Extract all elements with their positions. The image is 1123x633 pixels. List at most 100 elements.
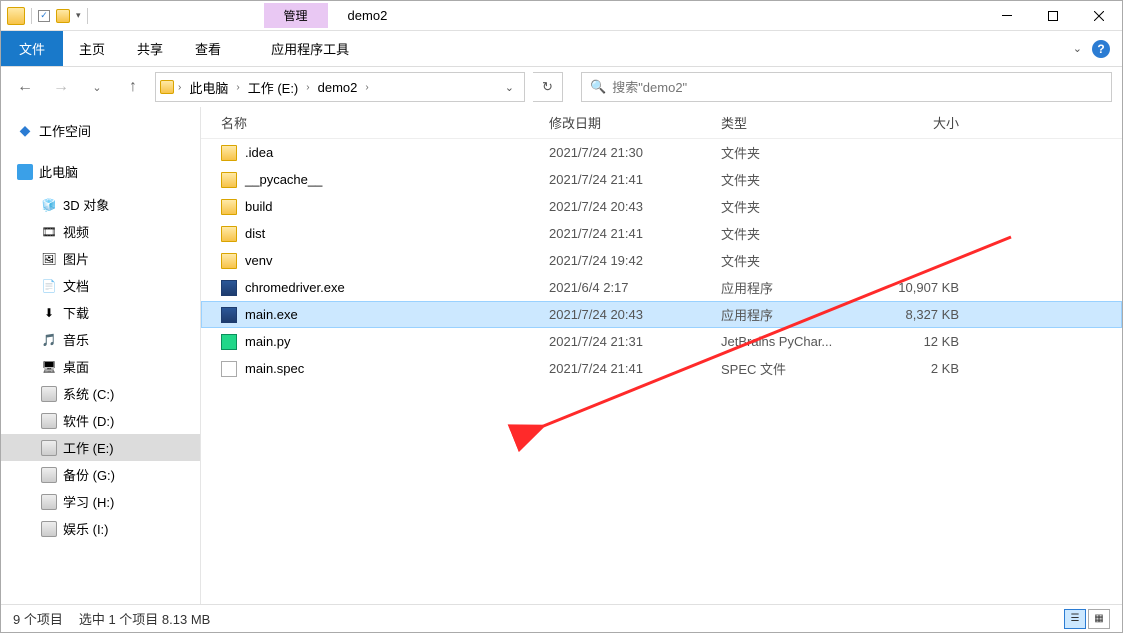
file-row[interactable]: main.py2021/7/24 21:31JetBrains PyChar..… — [201, 328, 1122, 355]
file-size: 8,327 KB — [879, 307, 979, 322]
sidebar-item[interactable]: 软件 (D:) — [1, 407, 200, 434]
music-icon: 🎵 — [41, 332, 57, 348]
folder-icon — [221, 253, 237, 269]
chevron-right-icon[interactable]: › — [236, 82, 239, 93]
folder-icon — [221, 145, 237, 161]
search-input[interactable] — [612, 80, 1103, 95]
sidebar-item[interactable]: 工作 (E:) — [1, 434, 200, 461]
folder-icon — [221, 199, 237, 215]
file-rows[interactable]: .idea2021/7/24 21:30文件夹 __pycache__ 2021/7… — [201, 139, 1122, 607]
chevron-right-icon[interactable]: › — [178, 82, 181, 93]
file-row[interactable]: __pycache__2021/7/24 21:41文件夹 — [201, 166, 1122, 193]
chevron-right-icon[interactable]: › — [306, 82, 309, 93]
file-date: 2021/7/24 20:43 — [549, 199, 721, 214]
sidebar-item-label: 视频 — [63, 222, 89, 241]
folder-icon[interactable] — [56, 9, 70, 23]
file-name: dist — [245, 226, 265, 241]
file-type: JetBrains PyChar... — [721, 334, 879, 349]
navigation-pane[interactable]: ◆ 工作空间 此电脑 🧊 3D 对象 🎞视频🖼图片📄文档⬇下载 🎵 音乐 🖥桌面系统 (C… — [1, 107, 201, 607]
sidebar-item[interactable]: 🎵 音乐 — [1, 326, 200, 353]
sidebar-item-label: 图片 — [63, 249, 89, 268]
crumb-drive[interactable]: 工作 (E:) — [244, 76, 303, 99]
help-icon[interactable]: ? — [1092, 40, 1110, 58]
file-name: __pycache__ — [245, 172, 322, 187]
separator — [87, 8, 88, 24]
col-name[interactable]: 名称 — [221, 113, 549, 132]
file-date: 2021/7/24 19:42 — [549, 253, 721, 268]
ribbon-file-tab[interactable]: 文件 — [1, 31, 63, 66]
file-type: 应用程序 — [721, 305, 879, 324]
address-dropdown-icon[interactable]: ⌄ — [499, 81, 520, 94]
search-icon: 🔍 — [590, 79, 606, 95]
address-bar[interactable]: › 此电脑 › 工作 (E:) › demo2 › ⌄ — [155, 72, 525, 102]
drive-icon — [41, 494, 57, 510]
file-row[interactable]: main.spec2021/7/24 21:41SPEC 文件2 KB — [201, 355, 1122, 382]
file-date: 2021/7/24 21:31 — [549, 334, 721, 349]
sidebar-item[interactable]: 系统 (C:) — [1, 380, 200, 407]
sidebar-item[interactable]: 📄文档 — [1, 272, 200, 299]
minimize-button[interactable] — [984, 1, 1030, 31]
file-size: 2 KB — [879, 361, 979, 376]
sidebar-item-label: 学习 (H:) — [63, 492, 114, 511]
sidebar-item-label: 工作 (E:) — [63, 438, 114, 457]
status-selection: 选中 1 个项目 8.13 MB — [79, 609, 210, 628]
file-row[interactable]: build2021/7/24 20:43文件夹 — [201, 193, 1122, 220]
file-type: 文件夹 — [721, 251, 879, 270]
dropdown-icon[interactable]: ▾ — [76, 10, 81, 21]
maximize-button[interactable] — [1030, 1, 1076, 31]
sidebar-item[interactable]: 学习 (H:) — [1, 488, 200, 515]
file-size: 10,907 KB — [879, 280, 979, 295]
sidebar-workspace[interactable]: ◆ 工作空间 — [1, 117, 200, 144]
file-date: 2021/7/24 21:30 — [549, 145, 721, 160]
refresh-button[interactable]: ↻ — [533, 72, 563, 102]
col-date[interactable]: 修改日期 — [549, 113, 721, 132]
sidebar-item-label: 备份 (G:) — [63, 465, 115, 484]
col-size[interactable]: 大小 — [879, 113, 979, 132]
close-button[interactable] — [1076, 1, 1122, 31]
sidebar-item-label: 3D 对象 — [63, 195, 109, 214]
file-type: SPEC 文件 — [721, 359, 879, 378]
file-row[interactable]: dist2021/7/24 21:41文件夹 — [201, 220, 1122, 247]
sidebar-item-label: 音乐 — [63, 330, 89, 349]
drive-icon — [41, 386, 57, 402]
sidebar-item[interactable]: 🧊 3D 对象 — [1, 191, 200, 218]
crumb-folder[interactable]: demo2 — [314, 78, 362, 97]
file-row[interactable]: venv2021/7/24 19:42文件夹 — [201, 247, 1122, 274]
sidebar-item[interactable]: 🖼图片 — [1, 245, 200, 272]
up-button[interactable]: ↑ — [119, 73, 147, 101]
ribbon-tab-home[interactable]: 主页 — [63, 31, 121, 66]
crumb-this-pc[interactable]: 此电脑 — [185, 76, 232, 99]
sidebar-item[interactable]: 娱乐 (I:) — [1, 515, 200, 542]
file-date: 2021/7/24 21:41 — [549, 361, 721, 376]
file-row[interactable]: chromedriver.exe2021/6/4 2:17应用程序10,907 … — [201, 274, 1122, 301]
file-type: 文件夹 — [721, 143, 879, 162]
view-icons-button[interactable]: ▦ — [1088, 609, 1110, 629]
context-tab-header: 管理 — [264, 3, 328, 28]
search-box[interactable]: 🔍 — [581, 72, 1112, 102]
sidebar-item[interactable]: 备份 (G:) — [1, 461, 200, 488]
sidebar-item-label: 娱乐 (I:) — [63, 519, 109, 538]
file-type: 应用程序 — [721, 278, 879, 297]
ribbon-tab-view[interactable]: 查看 — [179, 31, 237, 66]
file-name: build — [245, 199, 272, 214]
sidebar-item[interactable]: 🎞视频 — [1, 218, 200, 245]
forward-button[interactable]: → — [47, 73, 75, 101]
sidebar-item[interactable]: 🖥桌面 — [1, 353, 200, 380]
chevron-down-icon[interactable]: ⌄ — [1073, 42, 1082, 55]
ribbon-tab-apptools[interactable]: 应用程序工具 — [255, 31, 365, 66]
col-type[interactable]: 类型 — [721, 113, 879, 132]
chevron-right-icon[interactable]: › — [365, 82, 368, 93]
file-date: 2021/7/24 21:41 — [549, 172, 721, 187]
file-type: 文件夹 — [721, 224, 879, 243]
cube-icon: 🧊 — [41, 197, 57, 213]
folder-icon — [160, 80, 174, 94]
sidebar-this-pc[interactable]: 此电脑 — [1, 158, 200, 185]
checkbox-icon[interactable]: ✓ — [38, 10, 50, 22]
file-row[interactable]: .idea2021/7/24 21:30文件夹 — [201, 139, 1122, 166]
back-button[interactable]: ← — [11, 73, 39, 101]
sidebar-item[interactable]: ⬇下载 — [1, 299, 200, 326]
recent-dropdown[interactable]: ⌄ — [83, 73, 111, 101]
ribbon-tab-share[interactable]: 共享 — [121, 31, 179, 66]
file-row[interactable]: main.exe2021/7/24 20:43应用程序8,327 KB — [201, 301, 1122, 328]
view-details-button[interactable]: ☰ — [1064, 609, 1086, 629]
